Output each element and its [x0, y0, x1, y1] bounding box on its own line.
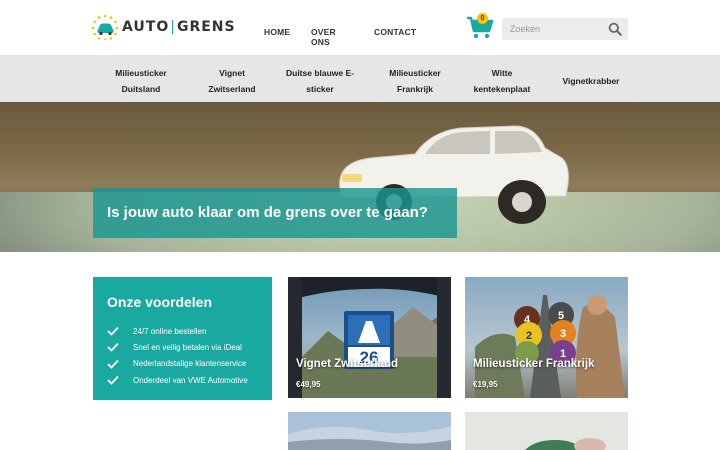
voordelen-title: Onze voordelen — [107, 294, 213, 310]
category-vignet-zwitserland[interactable]: Vignet Zwitserland — [202, 65, 262, 97]
checkmark-icon — [107, 375, 119, 385]
category-milieusticker-frankrijk[interactable]: Milieusticker Frankrijk — [383, 65, 447, 97]
product-image — [288, 412, 451, 450]
category-label-line1: Duitse blauwe E- — [285, 68, 354, 78]
category-milieusticker-duitsland[interactable]: Milieusticker Duitsland — [110, 65, 172, 97]
nav-over-ons[interactable]: OVER ONS — [311, 27, 336, 47]
voordeel-text: 24/7 online bestellen — [133, 326, 207, 336]
product-price: €49,95 — [296, 380, 321, 389]
hero-banner: Is jouw auto klaar om de grens over te g… — [0, 102, 720, 252]
category-label-line1: Milieusticker — [389, 68, 441, 78]
checkmark-icon — [107, 359, 119, 369]
category-bar: Milieusticker Duitsland Vignet Zwitserla… — [0, 55, 720, 102]
list-item: Onderdeel van VWE Automotive — [107, 372, 248, 388]
voordelen-list: 24/7 online bestellen Snel en veilig bet… — [107, 323, 248, 388]
category-duitse-blauwe-e-sticker[interactable]: Duitse blauwe E- sticker — [283, 65, 357, 97]
product-card-partial[interactable] — [288, 412, 451, 450]
product-card-vignet-zwitserland[interactable]: 26 Vignet Zwitserland €49,95 — [288, 277, 451, 398]
logo-car-icon — [91, 14, 119, 40]
category-label-line1: Milieusticker — [115, 68, 167, 78]
category-label-line2: Duitsland — [121, 84, 161, 94]
list-item: Snel en veilig betalen via iDeal — [107, 339, 248, 355]
product-price: €19,95 — [473, 380, 498, 389]
voordeel-text: Nederlandstalige klantenservice — [133, 359, 247, 369]
category-label-line2: Zwitserland — [208, 84, 256, 94]
category-label-line2: sticker — [306, 84, 334, 94]
voordeel-text: Onderdeel van VWE Automotive — [133, 375, 248, 385]
cart-count-badge: 0 — [477, 13, 488, 24]
nav-home[interactable]: HOME — [264, 27, 290, 37]
crit-air-sticker-label: 3 — [560, 328, 566, 340]
checkmark-icon — [107, 327, 119, 336]
nav-contact[interactable]: CONTACT — [374, 27, 416, 37]
category-label-line2: kentekenplaat — [473, 84, 531, 94]
category-vignetkrabber[interactable]: Vignetkrabber — [558, 73, 624, 89]
list-item: Nederlandstalige klantenservice — [107, 356, 248, 372]
logo-text: AUTO|GRENS — [122, 19, 236, 35]
checkmark-icon — [107, 343, 119, 353]
category-label-line1: Vignet — [219, 68, 245, 78]
category-label-line1: Witte — [491, 68, 513, 78]
logo[interactable]: AUTO|GRENS — [91, 14, 236, 40]
voordelen-box: Onze voordelen 24/7 online bestellen Sne… — [93, 277, 272, 400]
list-item: 24/7 online bestellen — [107, 323, 248, 339]
crit-air-sticker-label: 2 — [526, 330, 532, 342]
product-title: Milieusticker Frankrijk — [473, 358, 595, 370]
product-image — [465, 412, 628, 450]
product-card-milieusticker-frankrijk[interactable]: 4 5 2 3 1 Milieusticker Frankrijk €19,95 — [465, 277, 628, 398]
site-header: AUTO|GRENS HOME OVER ONS CONTACT 0 — [0, 0, 720, 55]
cart-button[interactable]: 0 — [466, 13, 494, 40]
category-label-line2: Frankrijk — [397, 84, 433, 94]
category-label-line1: Vignetkrabber — [562, 76, 620, 86]
voordeel-text: Snel en veilig betalen via iDeal — [133, 342, 242, 352]
search-input[interactable] — [510, 22, 600, 36]
search-box — [502, 18, 628, 40]
hero-caption: Is jouw auto klaar om de grens over te g… — [93, 188, 457, 238]
product-card-partial[interactable] — [465, 412, 628, 450]
search-icon[interactable] — [608, 22, 622, 36]
category-witte-kentekenplaat[interactable]: Witte kentekenplaat — [462, 65, 542, 97]
product-title: Vignet Zwitserland — [296, 358, 399, 370]
